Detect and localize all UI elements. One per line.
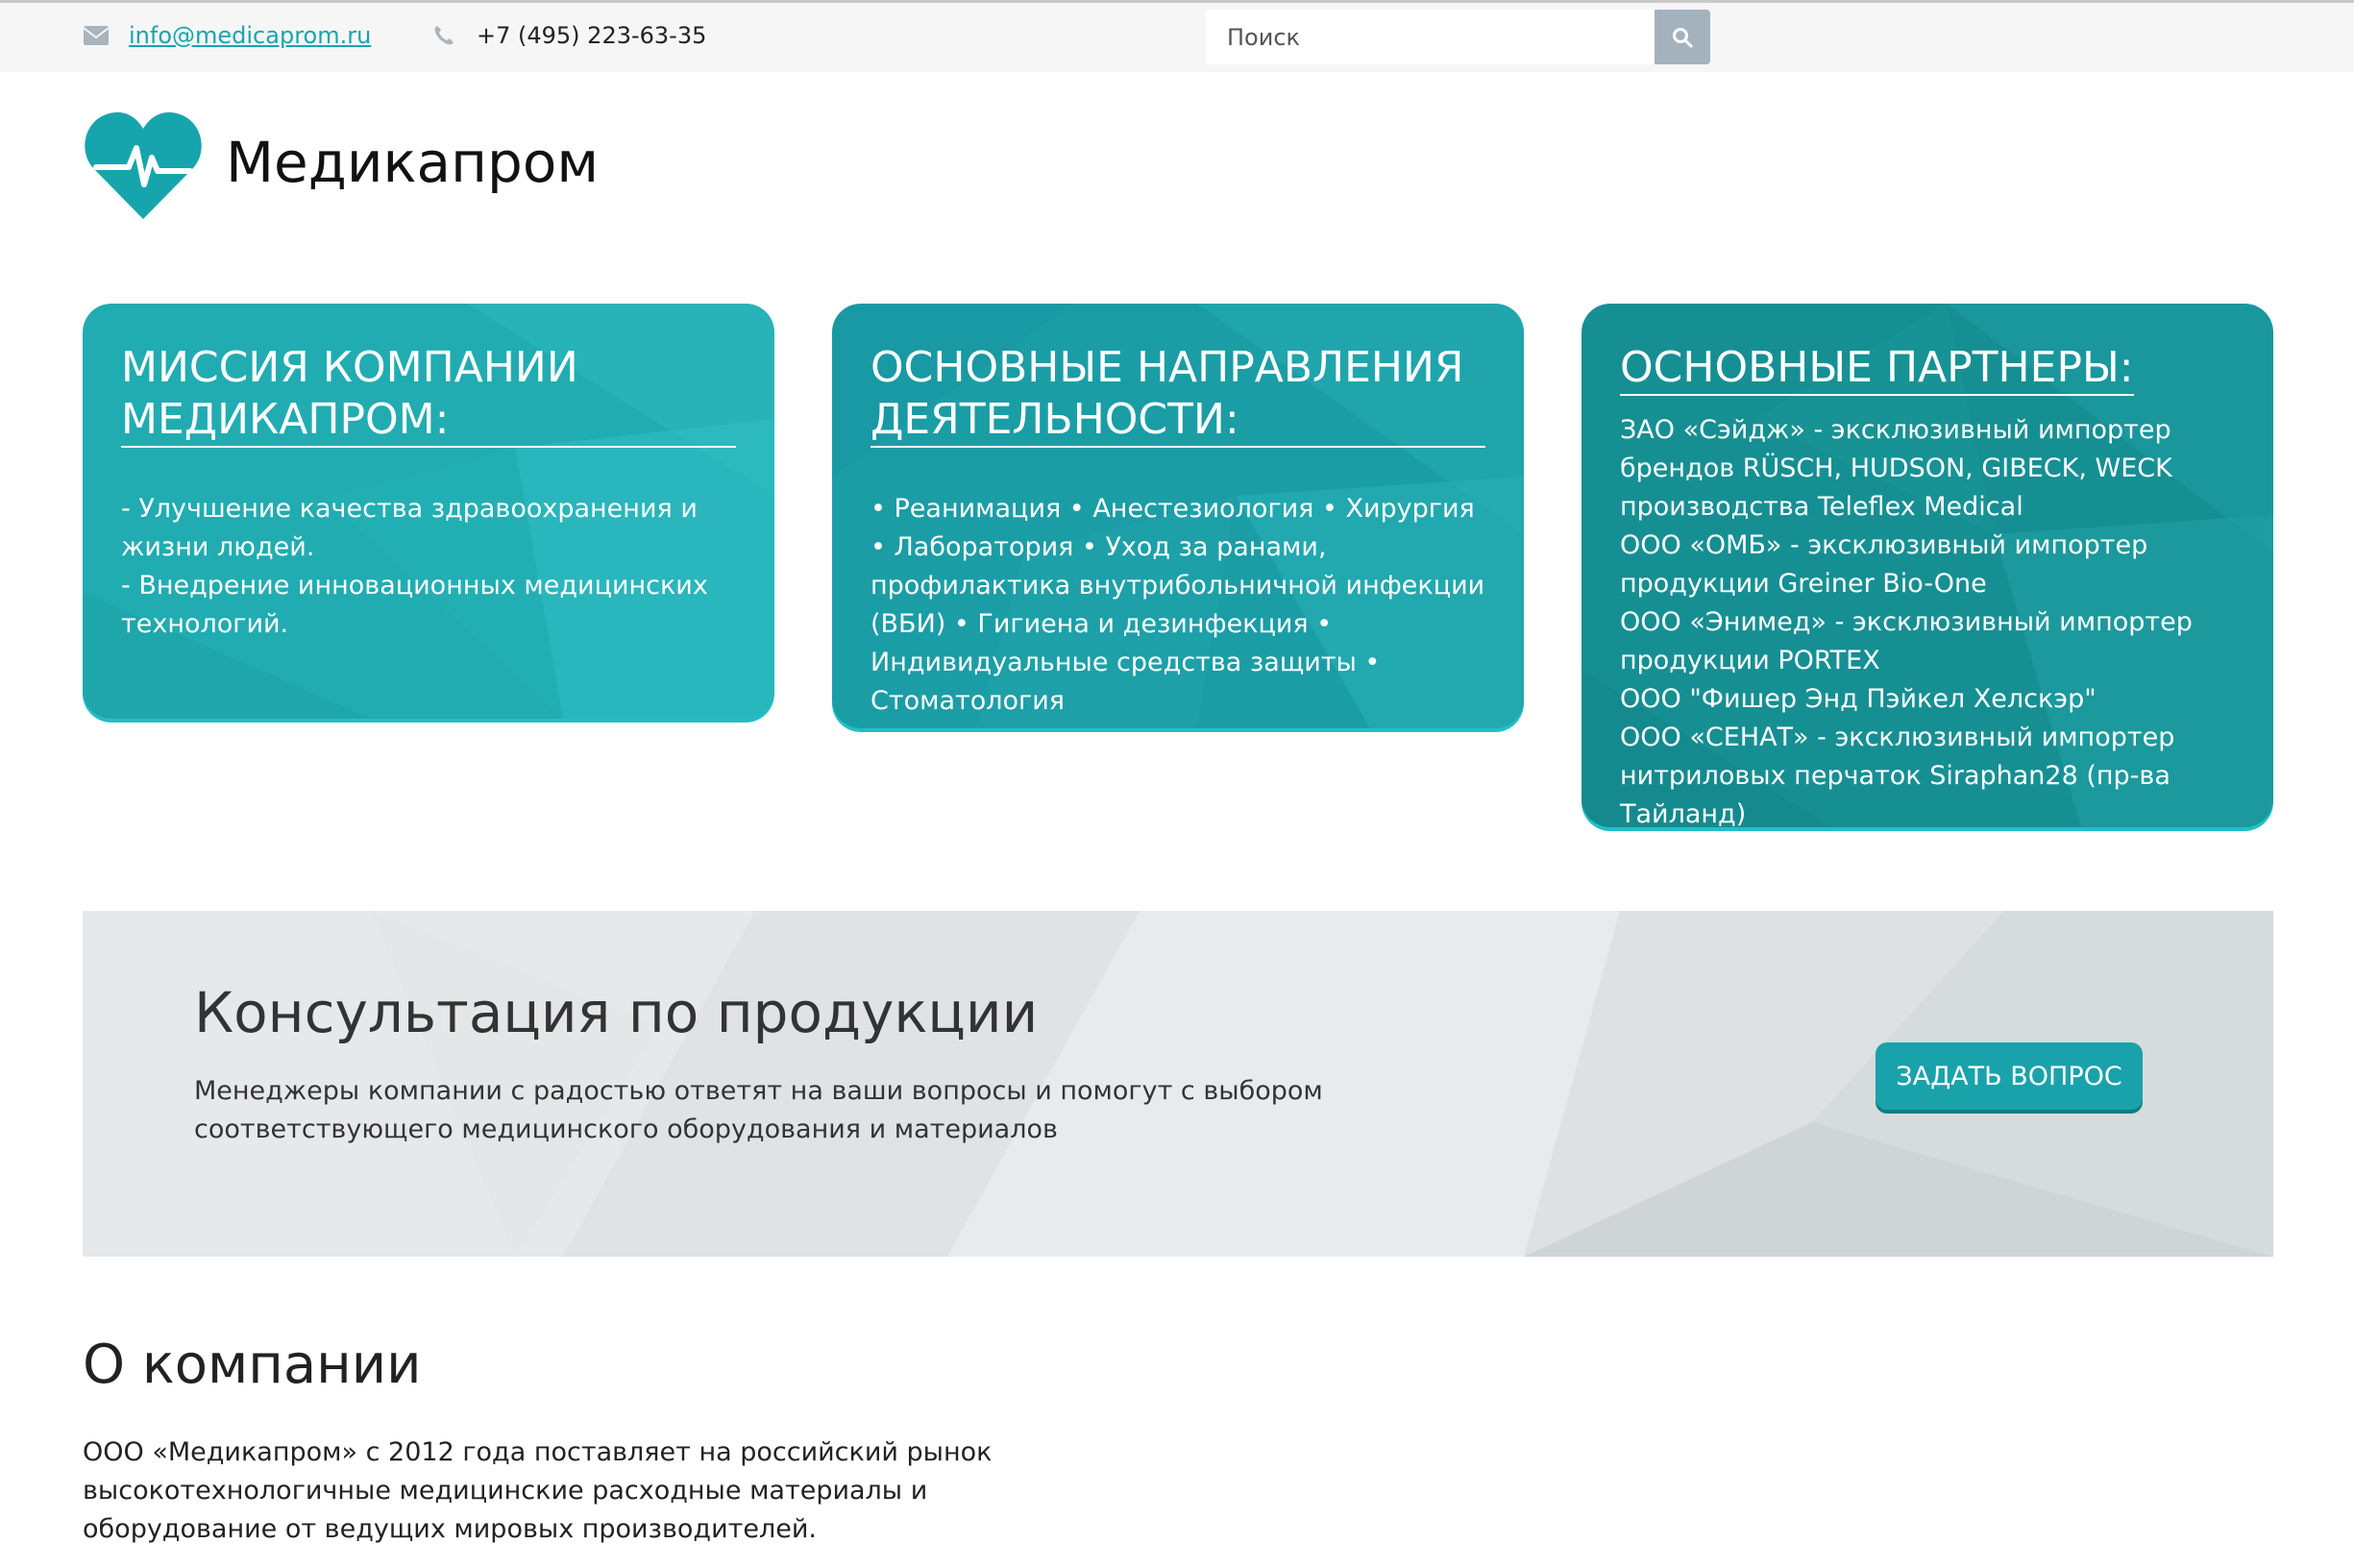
- phone-number: +7 (495) 223-63-35: [477, 22, 707, 49]
- partners-card: ОСНОВНЫЕ ПАРТНЕРЫ: ЗАО «Сэйдж» - эксклюз…: [1582, 304, 2273, 827]
- mission-card: МИССИЯ КОМПАНИИ МЕДИКАПРОМ: - Улучшение …: [83, 304, 774, 719]
- phone-icon: [434, 26, 454, 45]
- site-logo[interactable]: Медикапром: [83, 104, 599, 221]
- consultation-banner: Консультация по продукции Менеджеры комп…: [83, 911, 2273, 1257]
- email-link[interactable]: info@medicaprom.ru: [129, 22, 371, 49]
- mission-line-1: - Улучшение качества здравоохранения и ж…: [121, 494, 698, 562]
- partner-item: ООО «СЕНАТ» - эксклюзивный импортер нитр…: [1620, 723, 2175, 827]
- about-title: О компании: [83, 1334, 422, 1396]
- search-form: [1206, 10, 1710, 64]
- consultation-text: Менеджеры компании с радостью ответят на…: [194, 1076, 1323, 1144]
- search-button[interactable]: [1655, 10, 1710, 64]
- partner-item: ООО "Фишер Энд Пэйкел Хелскэр": [1620, 684, 2097, 714]
- brand-name: Медикапром: [226, 130, 600, 195]
- partner-item: ООО «ОМБ» - эксклюзивный импортер продук…: [1620, 530, 2148, 599]
- top-bar: info@medicaprom.ru +7 (495) 223-63-35: [0, 0, 2354, 72]
- search-icon: [1673, 27, 1693, 47]
- search-input[interactable]: [1206, 10, 1655, 64]
- activities-card: ОСНОВНЫЕ НАПРАВЛЕНИЯ ДЕЯТЕЛЬНОСТИ: • Реа…: [832, 304, 1524, 728]
- card-title: МИССИЯ КОМПАНИИ МЕДИКАПРОМ:: [121, 342, 736, 448]
- card-title: ОСНОВНЫЕ НАПРАВЛЕНИЯ ДЕЯТЕЛЬНОСТИ:: [870, 342, 1485, 448]
- heart-pulse-icon: [85, 111, 202, 219]
- partner-item: ЗАО «Сэйдж» - эксклюзивный импортер брен…: [1620, 415, 2172, 522]
- activities-text: • Реанимация • Анестезиология • Хирургия…: [870, 494, 1485, 716]
- about-text: ООО «Медикапром» с 2012 года поставляет …: [83, 1437, 993, 1544]
- partner-item: ООО «Энимед» - эксклюзивный импортер про…: [1620, 607, 2193, 675]
- phone-contact: +7 (495) 223-63-35: [432, 22, 706, 49]
- consultation-title: Консультация по продукции: [194, 980, 1039, 1045]
- mission-line-2: - Внедрение инновационных медицинских те…: [121, 571, 708, 639]
- email-contact: info@medicaprom.ru: [83, 22, 371, 49]
- card-title: ОСНОВНЫЕ ПАРТНЕРЫ:: [1620, 342, 2134, 396]
- ask-question-button[interactable]: ЗАДАТЬ ВОПРОС: [1876, 1042, 2143, 1110]
- envelope-icon: [83, 26, 110, 45]
